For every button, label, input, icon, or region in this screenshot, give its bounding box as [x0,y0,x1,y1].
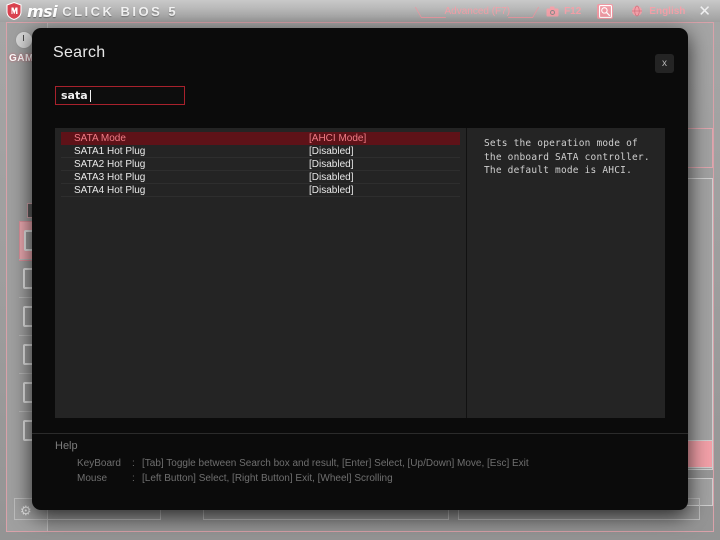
product-name: CLICK BIOS 5 [62,3,179,19]
header-controls: Advanced (F7) F12 English ✕ [418,0,720,22]
search-result-value: [Disabled] [309,145,354,157]
search-icon [597,3,614,19]
help-mouse-colon: : [132,473,135,484]
search-dialog: Search x sata SATA Mode [AHCI Mode] SATA1 … [32,28,688,510]
mode-tab-advanced[interactable]: Advanced (F7) [418,3,536,20]
search-input[interactable]: sata [55,86,185,105]
language-control[interactable]: English [621,0,693,22]
dialog-close-button[interactable]: x [655,54,674,73]
search-result-row[interactable]: SATA1 Hot Plug [Disabled] [61,145,460,158]
help-mouse-label: Mouse [77,473,108,484]
bios-screen: GAMI EZ ⚙ ··· msi CLICK BIOS 5 Advanced … [0,0,720,540]
search-result-row[interactable]: SATA4 Hot Plug [Disabled] [61,184,460,197]
screenshot-control[interactable]: F12 [536,0,589,22]
search-control[interactable] [589,0,621,22]
search-result-name: SATA1 Hot Plug [74,145,146,157]
clock-icon [15,31,33,49]
camera-icon [544,4,560,19]
dialog-title: Search [53,44,106,61]
help-keyboard-value: [Tab] Toggle between Search box and resu… [142,458,529,469]
search-result-name: SATA3 Hot Plug [74,171,146,183]
search-result-name: SATA Mode [74,132,126,144]
search-result-name: SATA2 Hot Plug [74,158,146,170]
search-results-list[interactable]: SATA Mode [AHCI Mode] SATA1 Hot Plug [Disab… [55,128,467,418]
globe-icon [629,4,645,19]
help-line-mouse: Mouse : [Left Button] Select, [Right But… [55,471,668,486]
help-title: Help [55,440,78,452]
close-icon[interactable]: ✕ [693,4,720,19]
search-result-value: [Disabled] [309,158,354,170]
help-line-keyboard: KeyBoard : [Tab] Toggle between Search b… [55,456,668,471]
description-text: Sets the operation mode of the onboard S… [484,138,650,177]
brand-logo: msi CLICK BIOS 5 [0,2,178,21]
text-cursor [89,89,91,102]
description-panel: Sets the operation mode of the onboard S… [467,128,665,418]
search-result-row[interactable]: SATA2 Hot Plug [Disabled] [61,158,460,171]
language-label: English [649,5,686,17]
search-result-name: SATA4 Hot Plug [74,184,146,196]
help-mouse-value: [Left Button] Select, [Right Button] Exi… [142,473,393,484]
help-keyboard-colon: : [132,458,135,469]
search-result-row[interactable]: SATA Mode [AHCI Mode] [61,132,460,145]
msi-shield-icon [6,2,22,20]
search-result-value: [Disabled] [309,184,354,196]
help-keyboard-label: KeyBoard [77,458,121,469]
header-bar: msi CLICK BIOS 5 Advanced (F7) F12 Engli… [0,0,720,22]
screenshot-key-label: F12 [564,5,582,17]
search-content-panel: SATA Mode [AHCI Mode] SATA1 Hot Plug [Disab… [55,128,665,418]
brand-name: msi [27,1,58,21]
search-input-value: sata [61,89,88,102]
search-result-value: [AHCI Mode] [309,132,367,144]
search-result-row[interactable]: SATA3 Hot Plug [Disabled] [61,171,460,184]
dialog-help-block: Help KeyBoard : [Tab] Toggle between Sea… [55,440,668,486]
dialog-separator [32,433,688,434]
search-result-value: [Disabled] [309,171,354,183]
